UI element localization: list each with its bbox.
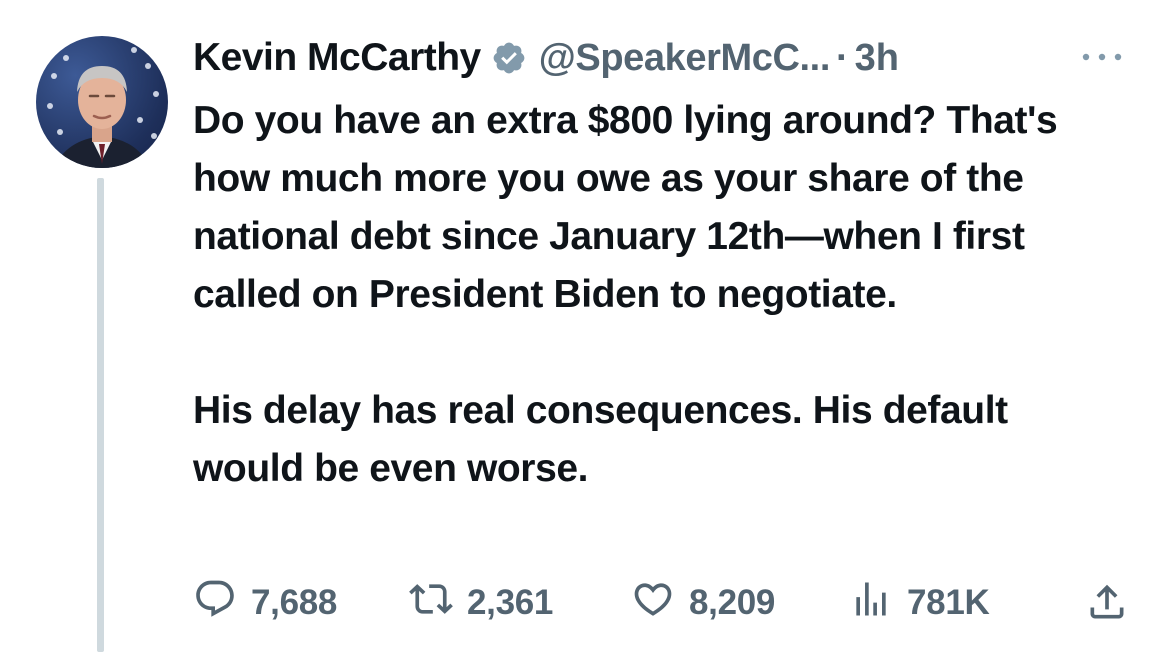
heart-icon xyxy=(631,577,689,630)
retweet-icon xyxy=(409,577,467,630)
tweet-header: Kevin McCarthy @SpeakerMcC... · 3h xyxy=(193,30,1123,86)
retweet-button[interactable]: 2,361 xyxy=(409,578,553,628)
tweet-text: Do you have an extra $800 lying around? … xyxy=(193,92,1123,498)
reply-icon xyxy=(193,577,251,630)
tweet-paragraph: His delay has real consequences. His def… xyxy=(193,389,1008,490)
author-name[interactable]: Kevin McCarthy xyxy=(193,36,481,80)
avatar[interactable] xyxy=(36,36,168,168)
avatar-image xyxy=(47,47,159,168)
share-icon xyxy=(1085,584,1129,628)
tweet-paragraph: Do you have an extra $800 lying around? … xyxy=(193,99,1058,316)
reply-count: 7,688 xyxy=(251,583,338,622)
views-button[interactable]: 781K xyxy=(849,577,990,630)
like-button[interactable]: 8,209 xyxy=(631,578,775,628)
verified-badge-icon xyxy=(491,40,527,76)
author-handle[interactable]: @SpeakerMcC... xyxy=(539,37,831,80)
views-count: 781K xyxy=(907,583,990,622)
retweet-count: 2,361 xyxy=(467,583,554,622)
action-bar: 7,688 2,361 8,209 781K xyxy=(193,578,1133,628)
more-options-icon[interactable] xyxy=(1077,42,1127,72)
like-count: 8,209 xyxy=(689,583,776,622)
separator-dot: · xyxy=(836,36,849,79)
share-button[interactable] xyxy=(1085,580,1129,629)
analytics-icon xyxy=(849,577,907,630)
avatar-column xyxy=(36,36,168,168)
thread-line xyxy=(97,178,104,652)
tweet-content: Kevin McCarthy @SpeakerMcC... · 3h Do yo… xyxy=(193,30,1123,498)
reply-button[interactable]: 7,688 xyxy=(193,578,337,628)
tweet-timestamp[interactable]: 3h xyxy=(855,37,899,80)
